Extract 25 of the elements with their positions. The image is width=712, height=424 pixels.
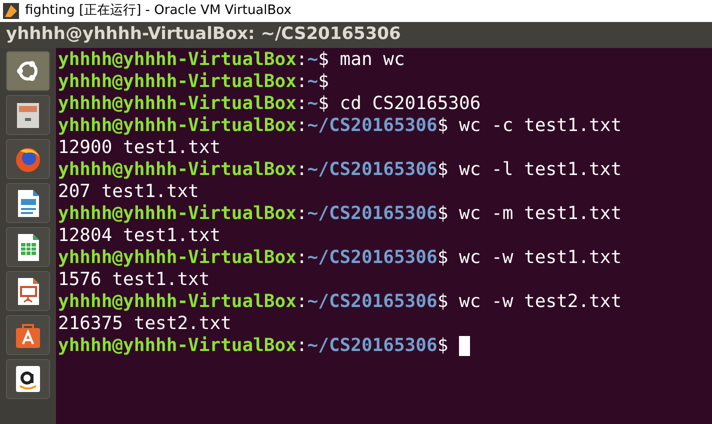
presentation-icon[interactable]: [6, 271, 50, 311]
shopping-bag-icon[interactable]: [6, 315, 50, 355]
terminal-output: 12804 test1.txt: [58, 225, 221, 247]
terminal-prompt-line: yhhhh@yhhhh-VirtualBox:~/CS20165306$ wc -w test1.txt: [58, 247, 622, 269]
amazon-icon[interactable]: [6, 359, 50, 399]
terminal-prompt-line: yhhhh@yhhhh-VirtualBox:~/CS20165306$ wc -m test1.txt: [58, 203, 622, 225]
terminal-prompt-line: yhhhh@yhhhh-VirtualBox:~/CS20165306$ wc -l test1.txt: [58, 159, 622, 181]
file-cabinet-icon[interactable]: [6, 95, 50, 135]
terminal-output: 12900 test1.txt: [58, 137, 221, 159]
terminal-prompt-line: yhhhh@yhhhh-VirtualBox:~$ cd CS20165306: [58, 93, 481, 115]
document-icon[interactable]: [6, 183, 50, 223]
terminal-output: 1576 test1.txt: [58, 269, 210, 291]
terminal-output: 216375 test2.txt: [58, 313, 232, 335]
terminal-prompt-line: yhhhh@yhhhh-VirtualBox:~/CS20165306$: [58, 335, 448, 357]
terminal-prompt-line: yhhhh@yhhhh-VirtualBox:~$ man wc: [58, 49, 405, 71]
terminal-prompt-line: yhhhh@yhhhh-VirtualBox:~$: [58, 71, 329, 93]
spreadsheet-icon[interactable]: [6, 227, 50, 267]
window-title: fighting [正在运行] - Oracle VM VirtualBox: [25, 2, 292, 20]
app-logo-icon: [3, 3, 19, 19]
terminal-title: yhhhh@yhhhh-VirtualBox: ~/CS20165306: [6, 23, 401, 46]
terminal-output: 207 test1.txt: [58, 181, 199, 203]
terminal-prompt-line: yhhhh@yhhhh-VirtualBox:~/CS20165306$ wc -c test1.txt: [58, 115, 622, 137]
ubuntu-logo-icon[interactable]: [6, 51, 50, 91]
browser-icon[interactable]: [6, 139, 50, 179]
terminal-prompt-line: yhhhh@yhhhh-VirtualBox:~/CS20165306$ wc -w test2.txt: [58, 291, 622, 313]
